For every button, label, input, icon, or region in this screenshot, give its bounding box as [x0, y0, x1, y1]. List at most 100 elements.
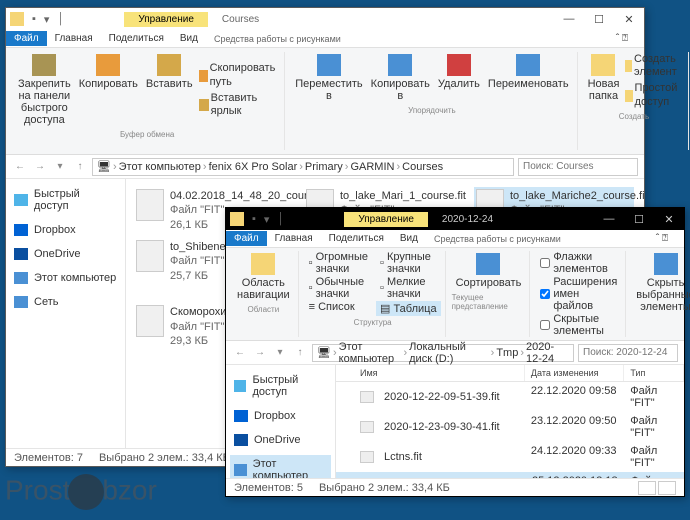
pc-icon: 🖥 — [97, 160, 111, 173]
menu-home[interactable]: Главная — [267, 231, 321, 246]
hide-selected-button[interactable]: Скрыть выбранные элементы — [632, 251, 690, 315]
item-count: Элементов: 5 — [234, 482, 303, 494]
layout-medium[interactable]: ▫ Обычные значки — [305, 276, 372, 300]
table-row[interactable]: 2020-12-22-09-51-39.fit22.12.2020 09:58Ф… — [336, 382, 684, 412]
watermark: Prostbzor — [5, 474, 157, 510]
table-row[interactable]: Lctns.fit24.12.2020 09:33Файл "FIT" — [336, 442, 684, 472]
sidebar-quick-access[interactable]: Быстрый доступ — [10, 185, 121, 215]
up-button[interactable]: ↑ — [292, 345, 308, 361]
recent-button[interactable]: ▾ — [52, 159, 68, 175]
sidebar-dropbox[interactable]: Dropbox — [10, 221, 121, 239]
menubar: Файл Главная Поделиться Вид Средства раб… — [226, 230, 684, 248]
file-date: 23.12.2020 09:50 — [525, 414, 624, 440]
recent-button[interactable]: ▾ — [272, 345, 288, 361]
layout-huge[interactable]: ▫ Огромные значки — [305, 251, 372, 275]
sidebar-onedrive[interactable]: OneDrive — [10, 245, 121, 263]
menu-share[interactable]: Поделиться — [101, 31, 172, 46]
selection-info: Выбрано 2 элем.: 33,4 КБ — [99, 452, 230, 464]
menu-file[interactable]: Файл — [226, 231, 267, 246]
pin-button[interactable]: Закрепить на панели быстрого доступа — [14, 52, 75, 128]
forward-button[interactable]: → — [32, 159, 48, 175]
forward-button[interactable]: → — [252, 345, 268, 361]
file-icon — [360, 391, 374, 403]
up-button[interactable]: ↑ — [72, 159, 88, 175]
col-date: Дата изменения — [525, 365, 624, 381]
paste-button[interactable]: Вставить — [142, 52, 197, 128]
back-button[interactable]: ← — [232, 345, 248, 361]
nav-pane-button[interactable]: Область навигации — [233, 251, 294, 303]
menu-view[interactable]: Вид — [392, 231, 426, 246]
sidebar-this-pc[interactable]: Этот компьютер — [230, 455, 331, 478]
menu-context[interactable]: Средства работы с рисунками — [426, 232, 569, 246]
sidebar-network[interactable]: Сеть — [10, 293, 121, 311]
help-icon[interactable]: ˆ ⍰ — [648, 231, 676, 246]
titlebar[interactable]: ▪▾│ Управление Courses — ☐ ✕ — [6, 8, 644, 30]
explorer-window-tmp: ▪▾│ Управление 2020-12-24 — ☐ ✕ Файл Гла… — [225, 207, 685, 497]
search-input[interactable] — [518, 158, 638, 176]
file-icon — [136, 240, 164, 272]
layout-list[interactable]: ≡ Список — [305, 301, 372, 313]
help-icon[interactable]: ˆ ⍰ — [608, 31, 636, 46]
statusbar: Элементов: 5 Выбрано 2 элем.: 33,4 КБ — [226, 478, 684, 496]
breadcrumb[interactable]: 🖥› Этот компьютер› Локальный диск (D:)› … — [312, 344, 574, 362]
rename-button[interactable]: Переименовать — [484, 52, 573, 104]
quick-access-toolbar[interactable]: ▪▾│ — [252, 213, 284, 226]
file-type: Файл "FIT" — [624, 384, 684, 410]
menu-share[interactable]: Поделиться — [321, 231, 392, 246]
ribbon: Область навигации Области ▫ Огромные зна… — [226, 248, 684, 341]
col-type: Тип — [624, 365, 684, 381]
breadcrumb[interactable]: 🖥› Этот компьютер› fenix 6X Pro Solar› P… — [92, 158, 514, 176]
file-name: Lctns.fit — [378, 450, 428, 464]
minimize-button[interactable]: — — [594, 208, 624, 230]
ribbon-context-tab[interactable]: Управление — [344, 212, 428, 227]
ribbon-context-tab[interactable]: Управление — [124, 12, 208, 27]
layout-large[interactable]: ▫ Крупные значки — [376, 251, 441, 275]
titlebar[interactable]: ▪▾│ Управление 2020-12-24 — ☐ ✕ — [226, 208, 684, 230]
table-row[interactable]: 2020-12-23-09-30-41.fit 23.12.2020 09:50Ф… — [336, 412, 684, 442]
minimize-button[interactable]: — — [554, 8, 584, 30]
file-icon — [360, 451, 374, 463]
move-to-button[interactable]: Переместить в — [291, 52, 366, 104]
menu-context[interactable]: Средства работы с рисунками — [206, 32, 349, 46]
new-item-button[interactable]: Создать элемент — [623, 52, 684, 80]
close-button[interactable]: ✕ — [614, 8, 644, 30]
pc-icon: 🖥 — [317, 346, 331, 359]
column-headers[interactable]: Имя Дата изменения Тип — [336, 365, 684, 382]
paste-shortcut-button[interactable]: Вставить ярлык — [197, 91, 281, 119]
view-icons-button[interactable] — [658, 481, 676, 495]
close-button[interactable]: ✕ — [654, 208, 684, 230]
copy-button[interactable]: Копировать — [75, 52, 142, 128]
layout-table[interactable]: ▤ Таблица — [376, 301, 441, 316]
sidebar-this-pc[interactable]: Этот компьютер — [10, 269, 121, 287]
new-folder-button[interactable]: Новая папка — [584, 52, 624, 110]
menu-file[interactable]: Файл — [6, 31, 47, 46]
sort-button[interactable]: Сортировать — [452, 251, 526, 291]
hidden-option[interactable]: Скрытые элементы — [536, 313, 621, 337]
menubar: Файл Главная Поделиться Вид Средства раб… — [6, 30, 644, 48]
search-input[interactable] — [578, 344, 678, 362]
copy-to-button[interactable]: Копировать в — [367, 52, 434, 104]
extensions-option[interactable]: Расширения имен файлов — [536, 276, 621, 312]
sidebar-onedrive[interactable]: OneDrive — [230, 431, 331, 449]
checkboxes-option[interactable]: Флажки элементов — [536, 251, 621, 275]
file-list[interactable]: Имя Дата изменения Тип 2020-12-22-09-51-… — [336, 365, 684, 478]
sidebar-dropbox[interactable]: Dropbox — [230, 407, 331, 425]
selection-info: Выбрано 2 элем.: 33,4 КБ — [319, 482, 450, 494]
copy-path-button[interactable]: Скопировать путь — [197, 61, 281, 89]
maximize-button[interactable]: ☐ — [584, 8, 614, 30]
file-name: 2020-12-23-09-30-41.fit — [378, 420, 506, 434]
file-type: Файл "FIT" — [624, 414, 684, 440]
back-button[interactable]: ← — [12, 159, 28, 175]
delete-button[interactable]: Удалить — [434, 52, 484, 104]
quick-access-toolbar[interactable]: ▪▾│ — [32, 13, 64, 26]
layout-small[interactable]: ▫ Мелкие значки — [376, 276, 441, 300]
file-name: 2020-12-22-09-51-39.fit — [378, 390, 506, 404]
col-name: Имя — [336, 365, 525, 381]
address-bar: ← → ▾ ↑ 🖥› Этот компьютер› fenix 6X Pro … — [6, 155, 644, 179]
view-details-button[interactable] — [638, 481, 656, 495]
easy-access-button[interactable]: Простой доступ — [623, 81, 684, 109]
maximize-button[interactable]: ☐ — [624, 208, 654, 230]
menu-view[interactable]: Вид — [172, 31, 206, 46]
sidebar-quick-access[interactable]: Быстрый доступ — [230, 371, 331, 401]
menu-home[interactable]: Главная — [47, 31, 101, 46]
